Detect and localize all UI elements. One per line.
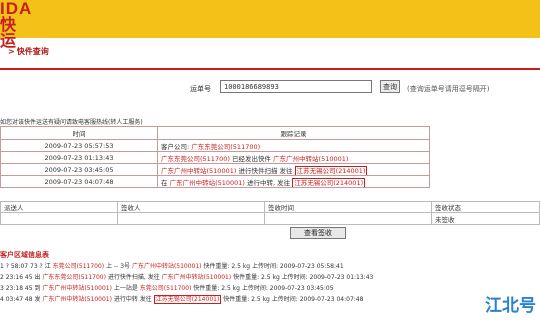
tracking-row: 2009-07-23 01:13:43 广东东莞公司(511700) 已经发出快件…: [0, 151, 430, 164]
list-text: 快件重量: 2.5 kg 上传时间: 2009-07-23 05:58:41: [201, 263, 344, 270]
tracking-text: 在: [161, 178, 170, 187]
list-item: 4 03:47 48 发 广东广州中转站(510001) 进行中转 发往 江苏无…: [0, 294, 540, 305]
sign-header-recipient: 签收人: [117, 201, 265, 213]
list-text: 快件重量: 2.5 kg 上传时间: 2009-07-23 03:45:05: [191, 285, 334, 292]
tracking-record: 客户公司: 广东东莞公司(511700): [157, 139, 430, 152]
list-title: 客户区域信息表: [0, 251, 49, 259]
list-text: 2 23:16 45 出: [0, 274, 43, 281]
tracking-time: 2009-07-23 03:45:05: [0, 163, 158, 176]
list-place-link[interactable]: 广东广州中转站(510001): [42, 296, 112, 303]
list-text: 4 03:47 48 发: [0, 296, 43, 303]
tracking-time: 2009-07-23 01:13:43: [0, 151, 158, 164]
list-text: 上 -- 3号: [104, 263, 132, 270]
breadcrumb-arrow-icon: >: [8, 47, 15, 56]
list-text: 快件重量: 2.5 kg 上传时间: 2009-07-23 01:13:43: [231, 274, 374, 281]
tracking-place-link[interactable]: 广东东莞公司(511700): [191, 143, 260, 151]
list-text: 进行快件扫描, 发往: [105, 274, 162, 281]
breadcrumb[interactable]: > 快件查询: [8, 46, 49, 57]
signature-table: 派送人 签收人 签收时间 签收状态 未签收: [0, 201, 540, 225]
tracking-place-link[interactable]: 广东广州中转站(510001): [161, 167, 236, 175]
notice-text: 如您对该快件运送有疑问请致电客服热线(转人工服务): [0, 119, 143, 126]
sign-recipient-value: [117, 212, 265, 225]
tracking-text: 进行快件扫描 发往: [236, 166, 295, 175]
breadcrumb-bar: > 快件查询: [0, 38, 540, 70]
query-button[interactable]: 查询: [380, 80, 400, 93]
list-item: 2 23:16 45 出 广东东莞公司(511700) 进行快件扫描, 发往 广…: [0, 272, 540, 283]
tracking-time: 2009-07-23 05:57:53: [0, 139, 158, 152]
list-item: 3 23:18 45 到 广东广州中转站(510001) 上一站是 东莞公司(5…: [0, 283, 540, 294]
tracking-place-link[interactable]: 江苏无锡公司(214001): [292, 177, 366, 187]
tracking-place-link[interactable]: 广东广州中转站(510001): [273, 155, 348, 163]
tracking-row: 2009-07-23 04:07:48 在 广东广州中转站(510001) 进行中…: [0, 175, 430, 188]
list-place-link[interactable]: 广东东莞公司(511700): [42, 274, 106, 281]
tracking-time: 2009-07-23 04:07:48: [0, 175, 158, 188]
list-text: 进行中转 发往: [111, 296, 154, 303]
sign-time-value: [264, 212, 432, 225]
header-bar: IDA 快运: [0, 0, 540, 49]
list-text: 上一站是: [111, 285, 140, 292]
sign-header-courier: 派送人: [0, 201, 118, 213]
tracking-text: 进行中转, 发往: [244, 178, 293, 187]
view-signature-button[interactable]: 查看签收: [290, 227, 346, 239]
scan-record-list: 1 ? 58:07 73 ? 江 东莞公司(511700) 上 -- 3号 广东…: [0, 261, 540, 305]
tracking-text: 已经发出快件: [229, 154, 274, 163]
tracking-row: 2009-07-23 05:57:53 客户公司: 广东东莞公司(511700): [0, 139, 430, 152]
tracking-text: 客户公司:: [161, 142, 192, 151]
tracking-place-link[interactable]: 广东广州中转站(510001): [170, 179, 245, 187]
sign-header-status: 签收状态: [431, 201, 540, 213]
tracking-record: 在 广东广州中转站(510001) 进行中转, 发往 江苏无锡公司(214001…: [157, 175, 430, 188]
search-hint: (查询运单号请用逗号隔开): [407, 85, 490, 93]
waybill-label: 运单号: [190, 85, 211, 93]
list-text: 3 23:18 45 到: [0, 285, 43, 292]
tracking-place-link[interactable]: 江苏无锡公司(214001): [294, 165, 368, 175]
sign-header-time: 签收时间: [264, 201, 432, 213]
tracking-row: 2009-07-23 03:45:05 广东广州中转站(510001) 进行快件扫…: [0, 163, 430, 176]
col-header-time: 时间: [0, 126, 158, 140]
list-place-link[interactable]: 广东广州中转站(510001): [132, 263, 202, 270]
tracking-table: 时间 跟踪记录 2009-07-23 05:57:53 客户公司: 广东东莞公司(…: [0, 126, 430, 188]
list-place-link[interactable]: 广东广州中转站(510001): [42, 285, 112, 292]
tracking-place-link[interactable]: 广东东莞公司(511700): [161, 155, 230, 163]
sign-courier-value: [0, 212, 118, 225]
list-place-link[interactable]: 东莞公司(511700): [53, 263, 105, 270]
list-text: 快件重量: 2.5 kg 上传时间: 2009-07-23 04:07:48: [221, 296, 364, 303]
watermark-text: 江北号: [485, 296, 536, 316]
list-text: 1 ? 58:07 73 ? 江: [0, 263, 53, 270]
tracking-record: 广东东莞公司(511700) 已经发出快件 广东广州中转站(510001): [157, 151, 430, 164]
list-place-link[interactable]: 东莞公司(511700): [140, 285, 192, 292]
waybill-input[interactable]: [220, 80, 372, 93]
list-place-link[interactable]: 广东广州中转站(510001): [162, 274, 232, 281]
list-item: 1 ? 58:07 73 ? 江 东莞公司(511700) 上 -- 3号 广东…: [0, 261, 540, 272]
list-place-link[interactable]: 江苏无锡公司(214001): [153, 295, 222, 304]
tracking-record: 广东广州中转站(510001) 进行快件扫描 发往 江苏无锡公司(214001): [157, 163, 430, 176]
col-header-record: 跟踪记录: [157, 126, 430, 140]
breadcrumb-label: 快件查询: [16, 47, 49, 56]
sign-status-value: 未签收: [431, 212, 540, 225]
